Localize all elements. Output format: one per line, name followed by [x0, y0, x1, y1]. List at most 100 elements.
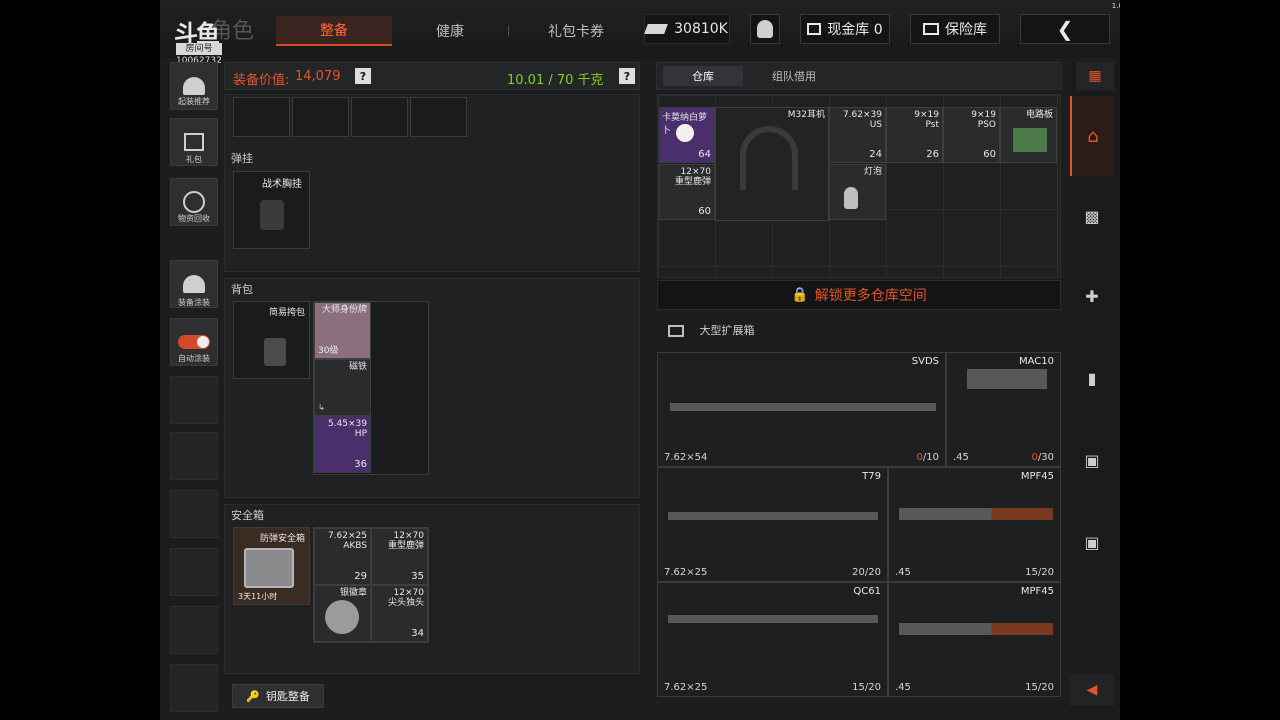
weight-help-icon[interactable]: ?: [619, 68, 635, 84]
item-name: 5.45×39 HP: [327, 419, 367, 439]
recycle-icon: [183, 191, 205, 213]
equip-slot[interactable]: [410, 97, 467, 137]
nav-medkit[interactable]: ✚: [1070, 256, 1114, 336]
warehouse-item[interactable]: 9×19 Pst 26: [886, 107, 943, 163]
warehouse-item[interactable]: 9×19 PSO 60: [943, 107, 1000, 163]
safe-vault-button[interactable]: 保险库: [910, 14, 1000, 44]
gun-card[interactable]: MPF45 .45 15/20: [888, 582, 1061, 697]
gun-caliber: .45: [895, 682, 911, 693]
backpack-slot[interactable]: 简易挎包: [233, 301, 310, 379]
sidebar-empty-slot: [170, 376, 218, 424]
bulb-icon: [844, 187, 858, 209]
safe-item[interactable]: 12×70 重型鹿弹 35: [371, 528, 428, 585]
warehouse-item[interactable]: 卡莫纳白萝卜 64: [659, 107, 715, 163]
gun-caliber: .45: [953, 452, 969, 463]
nav-ammo[interactable]: ▮: [1070, 338, 1114, 418]
sidebar-label-recycle: 物资回收: [178, 214, 210, 223]
headset-icon: [740, 126, 798, 190]
tab-team-borrow[interactable]: 组队借用: [749, 66, 839, 86]
secure-case-name: 防弹安全箱: [259, 534, 305, 544]
warehouse-item[interactable]: 电路板: [1000, 107, 1057, 163]
warehouse-item[interactable]: 灯泡: [829, 164, 886, 220]
backpack-panel: 背包 简易挎包 大师身份牌 30级 磁铁 ↳ 5.45×39 HP 36: [224, 278, 640, 498]
backpack-item[interactable]: 大师身份牌 30级: [314, 302, 371, 359]
sidebar-label-gift: 礼包: [186, 155, 202, 164]
safe-item[interactable]: 银徽章: [314, 585, 371, 642]
gun-name: SVDS: [911, 356, 939, 367]
sidebar-empty-slot: [170, 490, 218, 538]
gun-ammo: 0/10: [916, 452, 939, 463]
warehouse-item[interactable]: 7.62×39 US 24: [829, 107, 886, 163]
back-arrow-icon: ❮: [1056, 17, 1074, 41]
item-count: 60: [983, 149, 996, 160]
grid-view-button[interactable]: ▦: [1076, 62, 1114, 90]
chest-rig-slot[interactable]: 战术胸挂: [233, 171, 310, 249]
expansion-header: 大型扩展箱: [668, 322, 755, 338]
gun-ammo: 0/30: [1031, 452, 1054, 463]
item-count: 29: [354, 571, 367, 582]
secure-case-slot[interactable]: 防弹安全箱 3天11小时: [233, 527, 310, 605]
gun-ammo: 15/20: [852, 682, 881, 693]
safe-item[interactable]: 12×70 尖头独头 34: [371, 585, 428, 642]
chest-rig-panel: 弹挂 战术胸挂: [224, 94, 640, 272]
gun-card[interactable]: SVDS 7.62×54 0/10: [657, 352, 946, 467]
gun-card[interactable]: QC61 7.62×25 15/20: [657, 582, 888, 697]
smg-icon: [899, 623, 1053, 635]
backpack-grid: 大师身份牌 30级 磁铁 ↳ 5.45×39 HP 36: [313, 301, 429, 475]
warehouse-item[interactable]: 12×70 重型鹿弹 60: [659, 164, 715, 220]
help-icon[interactable]: ?: [355, 68, 371, 84]
home-icon: ⌂: [1087, 125, 1099, 147]
equip-slot[interactable]: [292, 97, 349, 137]
crate-icon: [668, 325, 684, 337]
right-nav: ▦ ⌂ ▩ ✚ ▮ ▣ ▣ ◀: [1070, 62, 1120, 720]
gun-ammo: 20/20: [852, 567, 881, 578]
nav-box-a[interactable]: ▣: [1070, 420, 1114, 500]
item-name: 12×70 重型鹿弹: [387, 531, 424, 551]
operator-button[interactable]: [750, 14, 780, 44]
unlock-storage-button[interactable]: 🔒 解锁更多仓库空间: [657, 280, 1061, 310]
circuit-board-icon: [1013, 128, 1047, 152]
warehouse-item[interactable]: M32耳机: [715, 107, 829, 221]
turnip-icon: [676, 124, 694, 142]
gun-card[interactable]: T79 7.62×25 20/20: [657, 467, 888, 582]
cash-vault-label: 现金库 0: [827, 22, 883, 38]
collapse-nav-button[interactable]: ◀: [1070, 674, 1114, 706]
smg-icon: [967, 369, 1047, 389]
tab-gift-cards[interactable]: 礼包卡券: [516, 16, 636, 46]
item-count: 60: [698, 206, 711, 217]
operator-icon: [757, 20, 773, 38]
back-button[interactable]: ❮: [1020, 14, 1110, 44]
equip-slot[interactable]: [233, 97, 290, 137]
nav-box-b[interactable]: ▣: [1070, 502, 1114, 582]
backpack-item[interactable]: 5.45×39 HP 36: [314, 416, 371, 473]
gun-card[interactable]: MPF45 .45 15/20: [888, 467, 1061, 582]
safe-vault-label: 保险库: [945, 22, 987, 38]
equip-slot[interactable]: [351, 97, 408, 137]
tab-health[interactable]: 健康: [392, 16, 508, 46]
money-value: 30810K: [674, 21, 728, 37]
item-name: 7.62×39 US: [842, 110, 882, 130]
expansion-title: 大型扩展箱: [699, 324, 755, 337]
case-icon: [244, 548, 294, 588]
safe-item[interactable]: 7.62×25 AKBS 29: [314, 528, 371, 585]
expansion-grid: SVDS 7.62×54 0/10 MAC10 .45 0/30 T79 7.6…: [657, 352, 1061, 712]
nav-home[interactable]: ⌂: [1070, 96, 1114, 176]
warehouse-grid: 卡莫纳白萝卜 64 M32耳机 7.62×39 US 24 9×19 Pst 2…: [657, 94, 1061, 278]
backpack-item[interactable]: 磁铁 ↳: [314, 359, 371, 416]
nav-crate[interactable]: ▩: [1070, 176, 1114, 256]
sidebar-empty-slot: [170, 432, 218, 480]
item-name: 7.62×25 AKBS: [327, 531, 367, 551]
tab-warehouse[interactable]: 仓库: [663, 66, 743, 86]
equip-value: 14,079: [295, 69, 341, 84]
item-count: 64: [698, 149, 711, 160]
warehouse-tabs: 仓库 组队借用: [656, 62, 1062, 90]
key-equip-button[interactable]: 🔑 钥匙整备: [232, 684, 324, 708]
gun-caliber: 7.62×54: [664, 452, 708, 463]
gun-ammo: 15/20: [1025, 567, 1054, 578]
left-sidebar: 起装推荐 礼包 物资回收 装备涂装 自动涂装: [160, 58, 224, 720]
medkit-icon: ✚: [1085, 286, 1099, 306]
tab-equip[interactable]: 整备: [276, 16, 392, 46]
gun-card[interactable]: MAC10 .45 0/30: [946, 352, 1061, 467]
item-name: 9×19 PSO: [971, 110, 996, 130]
cash-vault-button[interactable]: 现金库 0: [800, 14, 890, 44]
